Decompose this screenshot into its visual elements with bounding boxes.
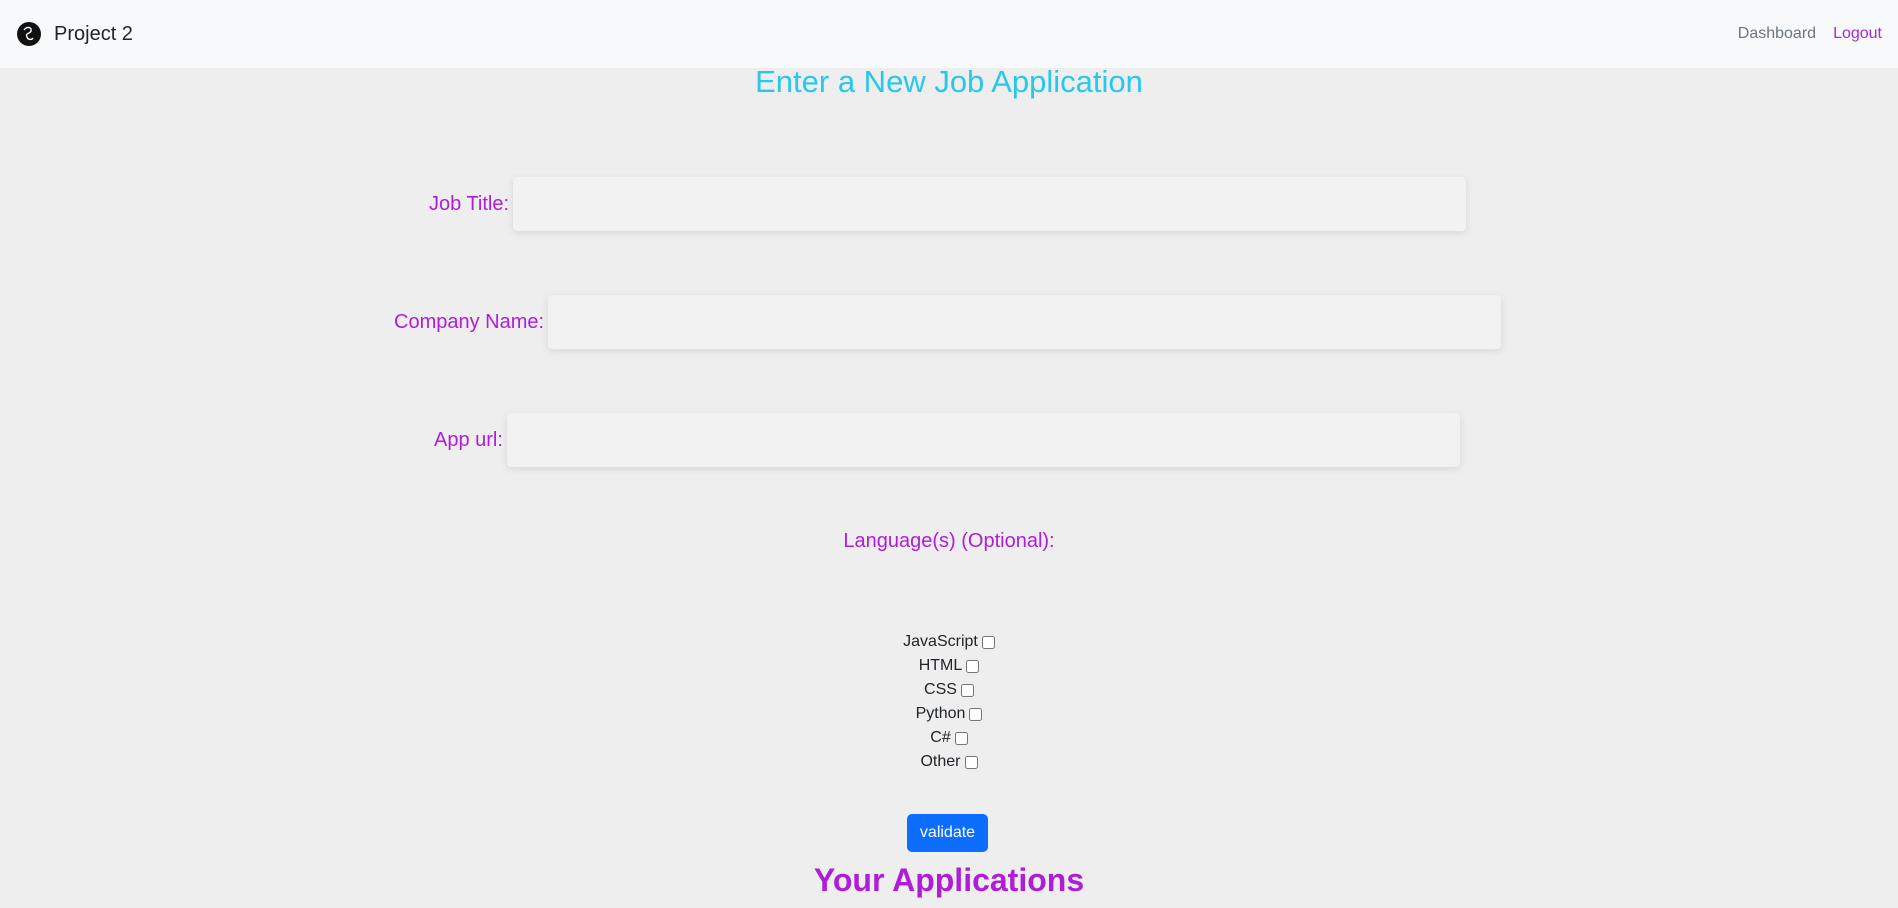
job-title-input[interactable] xyxy=(513,177,1467,231)
language-option-python: Python xyxy=(916,702,983,726)
company-name-input[interactable] xyxy=(548,295,1502,349)
other-checkbox[interactable] xyxy=(964,755,978,769)
app-url-input[interactable] xyxy=(506,413,1460,467)
page-title: Enter a New Job Application xyxy=(755,64,1143,99)
job-title-label: Job Title: xyxy=(429,192,510,215)
logout-link[interactable]: Logout xyxy=(1833,25,1882,43)
dashboard-link[interactable]: Dashboard xyxy=(1738,25,1816,43)
applications-heading: Your Applications xyxy=(813,862,1085,898)
language-label: HTML xyxy=(918,657,963,674)
validate-button[interactable]: validate xyxy=(907,814,988,852)
language-label: Other xyxy=(920,753,961,770)
job-title-row: Job Title: xyxy=(429,177,1467,231)
javascript-checkbox[interactable] xyxy=(981,635,995,649)
app-url-label: App url: xyxy=(434,428,503,451)
css-checkbox[interactable] xyxy=(960,683,974,697)
app-url-row: App url: xyxy=(434,413,1460,467)
language-option-other: Other xyxy=(920,750,978,774)
html-checkbox[interactable] xyxy=(966,659,980,673)
language-option-css: CSS xyxy=(924,678,974,702)
languages-list: JavaScript HTML CSS Python C# Other xyxy=(0,630,1898,774)
company-name-label: Company Name: xyxy=(394,310,545,333)
python-checkbox[interactable] xyxy=(969,707,983,721)
languages-label: Language(s) (Optional): xyxy=(843,530,1055,552)
language-option-csharp: C# xyxy=(930,726,968,750)
company-name-row: Company Name: xyxy=(394,295,1502,349)
brand-name: Project 2 xyxy=(54,22,133,45)
brand[interactable]: Project 2 xyxy=(16,21,133,47)
language-label: CSS xyxy=(924,681,957,698)
bird-icon xyxy=(17,22,41,46)
language-option-html: HTML xyxy=(919,654,980,678)
navbar: Project 2 Dashboard Logout xyxy=(0,0,1898,68)
nav-links: Dashboard Logout xyxy=(1738,25,1882,43)
language-option-javascript: JavaScript xyxy=(903,630,995,654)
csharp-checkbox[interactable] xyxy=(954,731,968,745)
language-label: JavaScript xyxy=(903,633,978,650)
language-label: Python xyxy=(915,705,966,722)
language-label: C# xyxy=(930,729,951,746)
